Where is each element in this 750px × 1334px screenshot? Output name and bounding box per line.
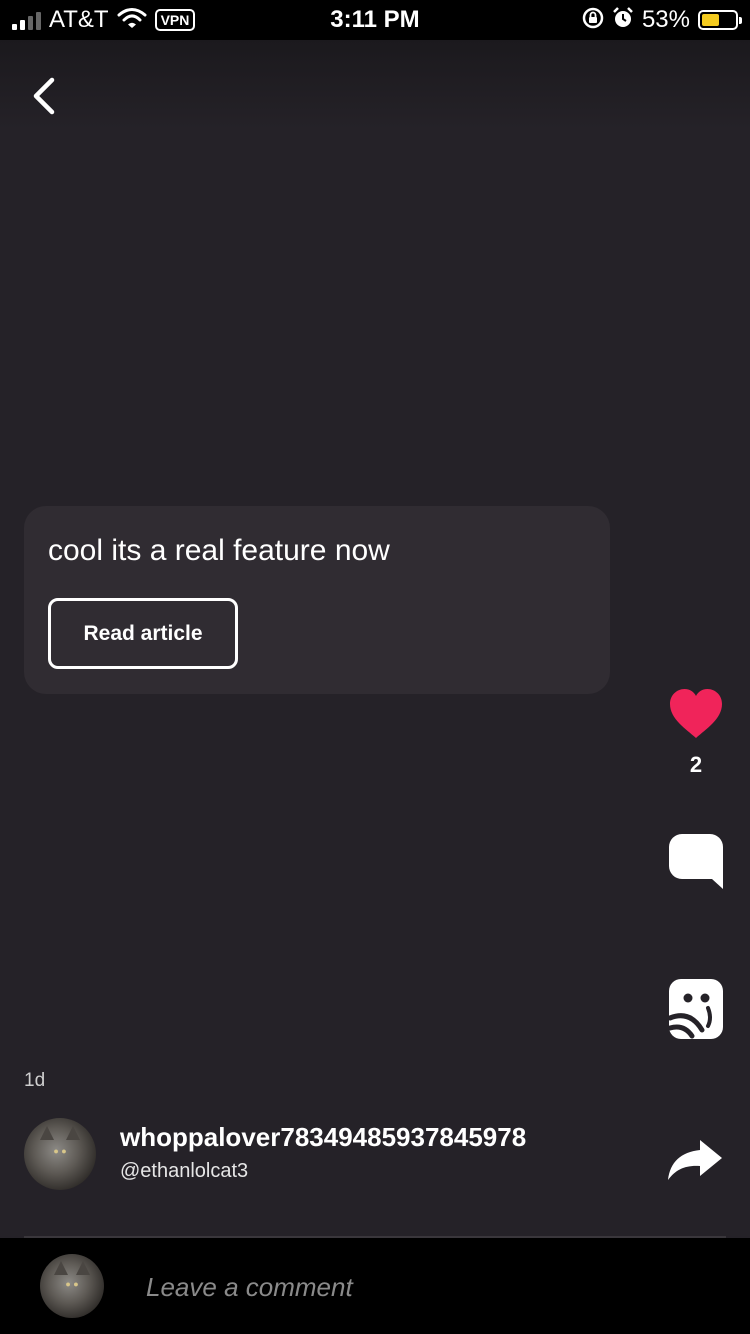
author-avatar[interactable]: ● ●	[24, 1118, 96, 1190]
battery-percent: 53%	[641, 6, 690, 33]
post-text: cool its a real feature now	[48, 534, 390, 567]
post-card: cool its a real feature now Read article	[24, 506, 610, 694]
battery-icon	[698, 10, 742, 30]
status-bar: AT&T VPN 3:11 PM 53%	[0, 0, 750, 40]
user-avatar: ● ●	[40, 1254, 104, 1318]
heart-icon	[670, 689, 722, 738]
sticker-icon	[667, 979, 723, 1039]
author-name[interactable]: whoppalover78349485937845978	[120, 1122, 590, 1153]
alarm-icon	[612, 6, 634, 34]
sticker-button[interactable]	[667, 978, 724, 1045]
comment-icon	[669, 834, 723, 889]
read-article-button[interactable]: Read article	[48, 598, 238, 669]
battery-level	[702, 14, 719, 26]
rotation-lock-icon	[582, 7, 604, 34]
back-button[interactable]	[26, 72, 66, 120]
comment-button[interactable]	[668, 833, 724, 896]
like-count: 2	[689, 752, 703, 777]
status-right: 53%	[582, 0, 742, 40]
chevron-left-icon	[33, 77, 55, 115]
header-background	[0, 40, 750, 130]
like-button[interactable]	[668, 688, 724, 745]
author-handle[interactable]: @ethanlolcat3	[120, 1160, 248, 1183]
share-button[interactable]	[666, 1138, 724, 1187]
comment-input[interactable]	[144, 1262, 708, 1312]
post-time: 1d	[24, 1070, 46, 1091]
share-icon	[668, 1140, 722, 1180]
